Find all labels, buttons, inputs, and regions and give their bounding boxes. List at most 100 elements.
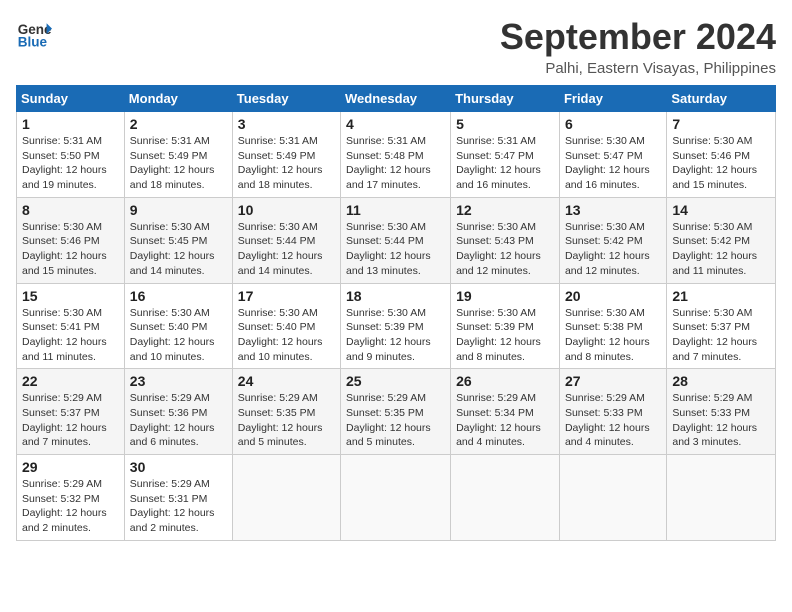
day-info: Sunrise: 5:30 AMSunset: 5:41 PMDaylight:… bbox=[22, 306, 119, 365]
calendar-cell: 15 Sunrise: 5:30 AMSunset: 5:41 PMDaylig… bbox=[17, 283, 125, 369]
col-wednesday: Wednesday bbox=[341, 86, 451, 112]
day-info: Sunrise: 5:30 AMSunset: 5:46 PMDaylight:… bbox=[672, 134, 770, 193]
calendar-cell: 30 Sunrise: 5:29 AMSunset: 5:31 PMDaylig… bbox=[124, 455, 232, 541]
day-info: Sunrise: 5:30 AMSunset: 5:40 PMDaylight:… bbox=[238, 306, 335, 365]
calendar-cell bbox=[667, 455, 776, 541]
day-info: Sunrise: 5:29 AMSunset: 5:33 PMDaylight:… bbox=[672, 391, 770, 450]
day-info: Sunrise: 5:30 AMSunset: 5:42 PMDaylight:… bbox=[672, 220, 770, 279]
calendar-cell bbox=[559, 455, 666, 541]
logo-icon: General Blue bbox=[16, 16, 52, 52]
week-row: 22 Sunrise: 5:29 AMSunset: 5:37 PMDaylig… bbox=[17, 369, 776, 455]
header-row: Sunday Monday Tuesday Wednesday Thursday… bbox=[17, 86, 776, 112]
calendar-cell: 8 Sunrise: 5:30 AMSunset: 5:46 PMDayligh… bbox=[17, 197, 125, 283]
day-number: 30 bbox=[130, 459, 227, 475]
svg-text:Blue: Blue bbox=[18, 35, 48, 50]
calendar-cell: 6 Sunrise: 5:30 AMSunset: 5:47 PMDayligh… bbox=[559, 112, 666, 198]
day-info: Sunrise: 5:31 AMSunset: 5:49 PMDaylight:… bbox=[130, 134, 227, 193]
day-info: Sunrise: 5:29 AMSunset: 5:32 PMDaylight:… bbox=[22, 477, 119, 536]
calendar-cell: 29 Sunrise: 5:29 AMSunset: 5:32 PMDaylig… bbox=[17, 455, 125, 541]
day-info: Sunrise: 5:30 AMSunset: 5:39 PMDaylight:… bbox=[346, 306, 445, 365]
month-title: September 2024 bbox=[500, 16, 776, 58]
day-number: 13 bbox=[565, 202, 661, 218]
day-info: Sunrise: 5:30 AMSunset: 5:37 PMDaylight:… bbox=[672, 306, 770, 365]
week-row: 8 Sunrise: 5:30 AMSunset: 5:46 PMDayligh… bbox=[17, 197, 776, 283]
day-number: 22 bbox=[22, 373, 119, 389]
calendar-cell: 18 Sunrise: 5:30 AMSunset: 5:39 PMDaylig… bbox=[341, 283, 451, 369]
day-info: Sunrise: 5:30 AMSunset: 5:44 PMDaylight:… bbox=[238, 220, 335, 279]
day-info: Sunrise: 5:30 AMSunset: 5:42 PMDaylight:… bbox=[565, 220, 661, 279]
title-block: September 2024 Palhi, Eastern Visayas, P… bbox=[500, 16, 776, 77]
day-number: 5 bbox=[456, 116, 554, 132]
day-number: 14 bbox=[672, 202, 770, 218]
calendar-cell: 25 Sunrise: 5:29 AMSunset: 5:35 PMDaylig… bbox=[341, 369, 451, 455]
col-friday: Friday bbox=[559, 86, 666, 112]
calendar-cell: 14 Sunrise: 5:30 AMSunset: 5:42 PMDaylig… bbox=[667, 197, 776, 283]
day-number: 6 bbox=[565, 116, 661, 132]
day-number: 11 bbox=[346, 202, 445, 218]
day-number: 9 bbox=[130, 202, 227, 218]
day-info: Sunrise: 5:29 AMSunset: 5:31 PMDaylight:… bbox=[130, 477, 227, 536]
calendar-cell: 7 Sunrise: 5:30 AMSunset: 5:46 PMDayligh… bbox=[667, 112, 776, 198]
calendar-cell: 17 Sunrise: 5:30 AMSunset: 5:40 PMDaylig… bbox=[232, 283, 340, 369]
day-number: 3 bbox=[238, 116, 335, 132]
day-number: 1 bbox=[22, 116, 119, 132]
day-info: Sunrise: 5:29 AMSunset: 5:34 PMDaylight:… bbox=[456, 391, 554, 450]
day-number: 23 bbox=[130, 373, 227, 389]
day-number: 21 bbox=[672, 288, 770, 304]
day-info: Sunrise: 5:29 AMSunset: 5:37 PMDaylight:… bbox=[22, 391, 119, 450]
day-number: 24 bbox=[238, 373, 335, 389]
day-info: Sunrise: 5:30 AMSunset: 5:46 PMDaylight:… bbox=[22, 220, 119, 279]
day-number: 26 bbox=[456, 373, 554, 389]
calendar-cell bbox=[341, 455, 451, 541]
day-info: Sunrise: 5:29 AMSunset: 5:35 PMDaylight:… bbox=[238, 391, 335, 450]
calendar-cell: 16 Sunrise: 5:30 AMSunset: 5:40 PMDaylig… bbox=[124, 283, 232, 369]
calendar-cell bbox=[232, 455, 340, 541]
day-info: Sunrise: 5:30 AMSunset: 5:38 PMDaylight:… bbox=[565, 306, 661, 365]
day-number: 16 bbox=[130, 288, 227, 304]
col-monday: Monday bbox=[124, 86, 232, 112]
calendar-cell: 24 Sunrise: 5:29 AMSunset: 5:35 PMDaylig… bbox=[232, 369, 340, 455]
week-row: 15 Sunrise: 5:30 AMSunset: 5:41 PMDaylig… bbox=[17, 283, 776, 369]
calendar-cell: 2 Sunrise: 5:31 AMSunset: 5:49 PMDayligh… bbox=[124, 112, 232, 198]
day-info: Sunrise: 5:31 AMSunset: 5:49 PMDaylight:… bbox=[238, 134, 335, 193]
day-number: 27 bbox=[565, 373, 661, 389]
calendar-cell: 27 Sunrise: 5:29 AMSunset: 5:33 PMDaylig… bbox=[559, 369, 666, 455]
day-number: 12 bbox=[456, 202, 554, 218]
day-number: 25 bbox=[346, 373, 445, 389]
calendar-cell: 4 Sunrise: 5:31 AMSunset: 5:48 PMDayligh… bbox=[341, 112, 451, 198]
day-number: 28 bbox=[672, 373, 770, 389]
day-info: Sunrise: 5:31 AMSunset: 5:47 PMDaylight:… bbox=[456, 134, 554, 193]
col-thursday: Thursday bbox=[451, 86, 560, 112]
day-info: Sunrise: 5:30 AMSunset: 5:43 PMDaylight:… bbox=[456, 220, 554, 279]
page-header: General Blue September 2024 Palhi, Easte… bbox=[16, 16, 776, 77]
calendar-cell: 12 Sunrise: 5:30 AMSunset: 5:43 PMDaylig… bbox=[451, 197, 560, 283]
calendar-cell: 19 Sunrise: 5:30 AMSunset: 5:39 PMDaylig… bbox=[451, 283, 560, 369]
day-number: 2 bbox=[130, 116, 227, 132]
calendar-cell bbox=[451, 455, 560, 541]
day-number: 15 bbox=[22, 288, 119, 304]
calendar-cell: 28 Sunrise: 5:29 AMSunset: 5:33 PMDaylig… bbox=[667, 369, 776, 455]
col-saturday: Saturday bbox=[667, 86, 776, 112]
day-info: Sunrise: 5:31 AMSunset: 5:50 PMDaylight:… bbox=[22, 134, 119, 193]
calendar-cell: 22 Sunrise: 5:29 AMSunset: 5:37 PMDaylig… bbox=[17, 369, 125, 455]
calendar-cell: 20 Sunrise: 5:30 AMSunset: 5:38 PMDaylig… bbox=[559, 283, 666, 369]
week-row: 29 Sunrise: 5:29 AMSunset: 5:32 PMDaylig… bbox=[17, 455, 776, 541]
day-info: Sunrise: 5:30 AMSunset: 5:44 PMDaylight:… bbox=[346, 220, 445, 279]
logo: General Blue bbox=[16, 16, 52, 52]
day-number: 7 bbox=[672, 116, 770, 132]
calendar-cell: 5 Sunrise: 5:31 AMSunset: 5:47 PMDayligh… bbox=[451, 112, 560, 198]
day-number: 8 bbox=[22, 202, 119, 218]
day-info: Sunrise: 5:29 AMSunset: 5:36 PMDaylight:… bbox=[130, 391, 227, 450]
day-number: 18 bbox=[346, 288, 445, 304]
day-info: Sunrise: 5:29 AMSunset: 5:35 PMDaylight:… bbox=[346, 391, 445, 450]
day-info: Sunrise: 5:30 AMSunset: 5:45 PMDaylight:… bbox=[130, 220, 227, 279]
location-subtitle: Palhi, Eastern Visayas, Philippines bbox=[500, 60, 776, 77]
week-row: 1 Sunrise: 5:31 AMSunset: 5:50 PMDayligh… bbox=[17, 112, 776, 198]
day-info: Sunrise: 5:31 AMSunset: 5:48 PMDaylight:… bbox=[346, 134, 445, 193]
calendar-cell: 21 Sunrise: 5:30 AMSunset: 5:37 PMDaylig… bbox=[667, 283, 776, 369]
calendar-cell: 26 Sunrise: 5:29 AMSunset: 5:34 PMDaylig… bbox=[451, 369, 560, 455]
day-number: 10 bbox=[238, 202, 335, 218]
day-info: Sunrise: 5:29 AMSunset: 5:33 PMDaylight:… bbox=[565, 391, 661, 450]
calendar-cell: 13 Sunrise: 5:30 AMSunset: 5:42 PMDaylig… bbox=[559, 197, 666, 283]
day-info: Sunrise: 5:30 AMSunset: 5:39 PMDaylight:… bbox=[456, 306, 554, 365]
